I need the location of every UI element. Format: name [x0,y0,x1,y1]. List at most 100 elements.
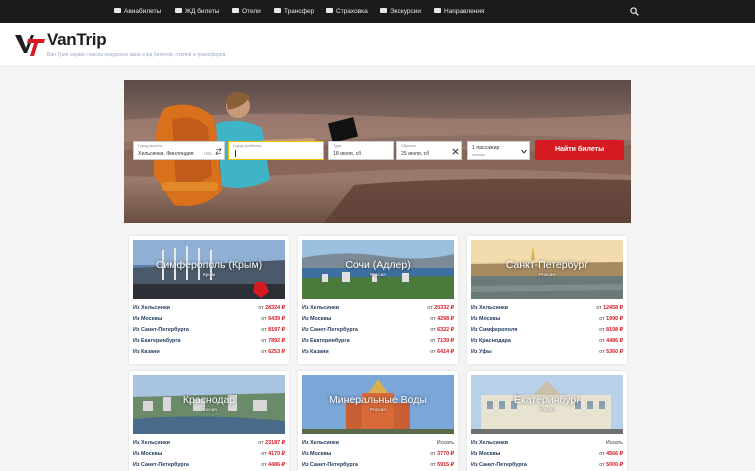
route-row[interactable]: Из Хельсинки Искать [302,438,454,449]
destination-card[interactable]: Краснодар Россия Из Хельсинки от 23187 ₽ … [129,371,289,471]
route-price: от 6439 ₽ [261,316,285,322]
route-row[interactable]: Из Хельсинки Искать [471,438,623,449]
return-date-label: Обратно [401,144,417,148]
route-row[interactable]: Из Уфы от 5360 ₽ [471,347,623,358]
nav-item-trains[interactable]: ЖД билеты [175,0,219,23]
passengers-select[interactable]: 1 пассажир эконом [467,141,530,160]
find-tickets-button[interactable]: Найти билеты [535,140,624,160]
nav-item-label: Отели [242,8,261,15]
destination-country: Россия [539,273,555,278]
route-price: от 28324 ₽ [258,305,285,311]
route-row[interactable]: Из Москвы от 4298 ₽ [302,314,454,325]
route-price: от 20332 ₽ [427,305,454,311]
destination-photo[interactable]: Краснодар Россия [133,375,285,434]
origin-city-field[interactable]: Город вылета Хельсинки, Финляндия HEL [133,141,225,160]
close-icon[interactable] [452,148,459,155]
route-row[interactable]: Из Санкт-Петербурга от 5000 ₽ [471,460,623,471]
origin-label: Из Хельсинки [471,440,508,446]
route-row[interactable]: Из Екатеринбурга от 7139 ₽ [302,336,454,347]
origin-label: Из Екатеринбурга [133,338,181,344]
nav-item-hotels[interactable]: Отели [232,0,261,23]
depart-date-value: 18 июля, сб [333,151,362,157]
chevron-down-icon [521,149,527,154]
brand-name[interactable]: VanTrip [47,30,107,50]
top-nav: Авиабилеты ЖД билеты Отели Трансфер Стра… [0,0,755,23]
route-price: от 4486 ₽ [261,462,285,468]
route-row[interactable]: Из Краснодара от 4486 ₽ [471,336,623,347]
route-row[interactable]: Из Москвы от 1990 ₽ [471,314,623,325]
nav-item-label: Авиабилеты [124,8,162,15]
origin-label: Из Санкт-Петербурга [133,327,189,333]
nav-item-transfer[interactable]: Трансфер [274,0,314,23]
nav-item-destinations[interactable]: Направления [434,0,485,23]
vantrip-logo[interactable] [14,31,46,57]
depart-date-label: Туда [333,144,342,148]
destination-city: Краснодар [182,394,236,406]
destination-photo[interactable]: Санкт-Петербург Россия [471,240,623,299]
origin-label: Из Москвы [471,451,501,457]
origin-label: Из Хельсинки [133,305,170,311]
route-row[interactable]: Из Санкт-Петербурга от 6322 ₽ [302,325,454,336]
id-card-icon [326,7,333,13]
origin-label: Из Краснодара [471,338,511,344]
depart-date-field[interactable]: Туда 18 июля, сб [328,141,394,160]
origin-label: Из Санкт-Петербурга [133,462,189,468]
destination-photo[interactable]: Екатеринбург Россия [471,375,623,434]
destination-city: Санкт-Петербург [505,259,589,271]
origin-label: Из Москвы [302,451,332,457]
destination-card[interactable]: Минеральные Воды Россия Из Хельсинки Иска… [298,371,458,471]
route-row[interactable]: Из Хельсинки от 23187 ₽ [133,438,285,449]
destination-city: Симферополь (Крым) [155,259,263,271]
route-row[interactable]: Из Санкт-Петербурга от 4486 ₽ [133,460,285,471]
nav-item-label: Экскурсии [390,8,422,15]
destination-country: Россия [539,408,555,413]
destination-country: Россия [370,408,386,413]
route-price: от 4566 ₽ [599,451,623,457]
route-row[interactable]: Из Хельсинки от 28324 ₽ [133,303,285,314]
route-price: от 23187 ₽ [258,440,285,446]
route-price: от 5000 ₽ [599,462,623,468]
route-price: от 12458 ₽ [596,305,623,311]
destination-photo[interactable]: Симферополь (Крым) Крым [133,240,285,299]
route-row[interactable]: Из Москвы от 3770 ₽ [302,449,454,460]
route-row[interactable]: Из Санкт-Петербурга от 8197 ₽ [133,325,285,336]
route-price: от 6414 ₽ [430,349,454,355]
destination-photo[interactable]: Сочи (Адлер) Россия [302,240,454,299]
route-row[interactable]: Из Санкт-Петербурга от 5915 ₽ [302,460,454,471]
route-row[interactable]: Из Симферополя от 8198 ₽ [471,325,623,336]
origin-label: Из Казани [302,349,329,355]
nav-item-insurance[interactable]: Страховка [326,0,368,23]
nav-item-excursions[interactable]: Экскурсии [380,0,421,23]
bed-icon [232,7,239,13]
route-row[interactable]: Из Москвы от 4566 ₽ [471,449,623,460]
destination-card[interactable]: Сочи (Адлер) Россия Из Хельсинки от 20332… [298,236,458,364]
route-row[interactable]: Из Хельсинки от 20332 ₽ [302,303,454,314]
origin-label: Из Хельсинки [471,305,508,311]
return-date-value: 25 июля, сб [401,151,430,157]
origin-label: Из Санкт-Петербурга [302,462,358,468]
route-price: Искать [605,440,623,446]
destination-card[interactable]: Екатеринбург Россия Из Хельсинки Искать И… [467,371,627,471]
route-row[interactable]: Из Екатеринбурга от 7892 ₽ [133,336,285,347]
route-price: от 4170 ₽ [261,451,285,457]
origin-city-value: Хельсинки, Финляндия [138,151,194,157]
destination-photo[interactable]: Минеральные Воды Россия [302,375,454,434]
search-icon[interactable] [630,7,639,16]
route-row[interactable]: Из Москвы от 6439 ₽ [133,314,285,325]
route-row[interactable]: Из Казани от 6414 ₽ [302,347,454,358]
route-row[interactable]: Из Москвы от 4170 ₽ [133,449,285,460]
route-row[interactable]: Из Хельсинки от 12458 ₽ [471,303,623,314]
origin-city-code: HEL [204,151,213,156]
destination-card[interactable]: Санкт-Петербург Россия Из Хельсинки от 12… [467,236,627,364]
destination-city-field[interactable]: Город прибытия [228,141,324,160]
return-date-field[interactable]: Обратно 25 июля, сб [396,141,462,160]
nav-item-flights[interactable]: Авиабилеты [114,0,161,23]
swap-arrows-icon[interactable] [215,148,222,155]
origin-label: Из Москвы [471,316,501,322]
destination-card[interactable]: Симферополь (Крым) Крым Из Хельсинки от 2… [129,236,289,364]
route-row[interactable]: Из Казани от 6253 ₽ [133,347,285,358]
route-price: от 6322 ₽ [430,327,454,333]
origin-label: Из Казани [133,349,160,355]
bus-icon [380,7,387,13]
route-price: от 8198 ₽ [599,327,623,333]
